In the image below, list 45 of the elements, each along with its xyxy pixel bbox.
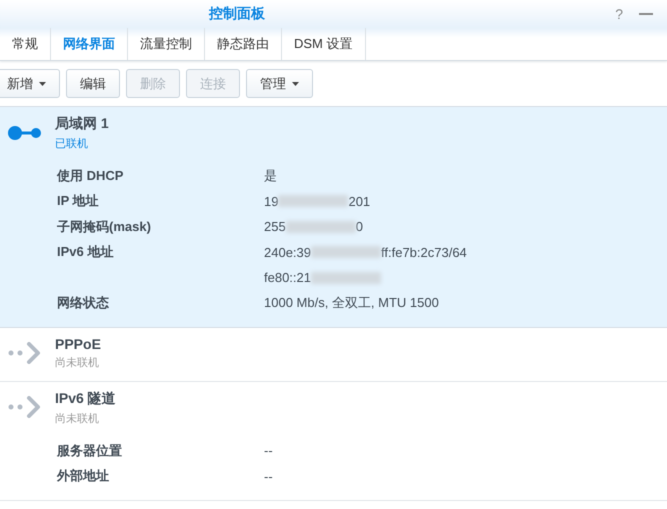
tab[interactable]: 网络界面 xyxy=(51,28,128,60)
detail-value: ff:fe7b:2c73/64 xyxy=(381,244,467,260)
interface-row[interactable]: 局域网 1 已联机 使用 DHCP 是 IP 地址 19 201 子网掩码(mask) 255 0 IPv6 地址 240e:39 ff:fe7b:2c73/64 fe80::21 网络状态 1000 Mb/s, 全双工, MTU 1500 xyxy=(0,107,667,328)
toolbar-button[interactable]: 编辑 xyxy=(66,69,120,98)
detail-label: 网络状态 xyxy=(57,294,110,312)
interface-name: PPPoE xyxy=(55,336,101,352)
detail-value: -- xyxy=(264,443,273,458)
tab[interactable]: 流量控制 xyxy=(128,28,205,60)
detail-label: IPv6 地址 xyxy=(57,243,114,262)
detail-label: 服务器位置 xyxy=(57,442,123,460)
detail-label: IP 地址 xyxy=(57,192,100,210)
detail-value: 1000 Mb/s, 全双工, MTU 1500 xyxy=(264,294,439,312)
tab[interactable]: 常规 xyxy=(0,28,51,60)
connection-status: 尚未联机 xyxy=(55,412,100,426)
connection-status: 尚未联机 xyxy=(55,356,100,370)
tab[interactable]: 静态路由 xyxy=(205,28,282,60)
disconnected-icon xyxy=(8,342,41,364)
connected-icon xyxy=(8,126,41,140)
toolbar-button[interactable]: 管理 xyxy=(246,69,313,98)
toolbar-button[interactable]: 新增 xyxy=(0,69,60,98)
detail-value: 是 xyxy=(264,166,277,185)
interface-name: 局域网 1 xyxy=(55,115,109,133)
detail-label: 子网掩码(mask) xyxy=(57,218,152,236)
detail-value: 19 xyxy=(264,194,278,209)
interface-row[interactable]: PPPoE 尚未联机 xyxy=(0,328,667,382)
disconnected-icon xyxy=(8,396,41,418)
window-title: 控制面板 xyxy=(209,5,265,23)
minimize-icon[interactable] xyxy=(639,13,653,15)
detail-value: 201 xyxy=(348,194,370,209)
interface-name: IPv6 隧道 xyxy=(55,390,116,408)
connection-status: 已联机 xyxy=(55,137,89,151)
detail-value: -- xyxy=(264,468,273,484)
detail-label: 外部地址 xyxy=(57,467,110,486)
redaction-blur xyxy=(311,246,381,258)
detail-value: fe80::21 xyxy=(264,270,311,286)
redaction-blur xyxy=(286,220,356,233)
detail-value: 0 xyxy=(356,219,363,234)
caret-icon xyxy=(292,82,299,86)
detail-label: 使用 DHCP xyxy=(57,166,124,185)
caret-icon xyxy=(39,82,46,86)
tab[interactable]: DSM 设置 xyxy=(282,28,366,60)
detail-value: 240e:39 xyxy=(264,244,311,260)
detail-value: 255 xyxy=(264,219,286,234)
interface-row[interactable]: IPv6 隧道 尚未联机 服务器位置 -- 外部地址 -- xyxy=(0,382,667,501)
redaction-blur xyxy=(278,195,348,208)
